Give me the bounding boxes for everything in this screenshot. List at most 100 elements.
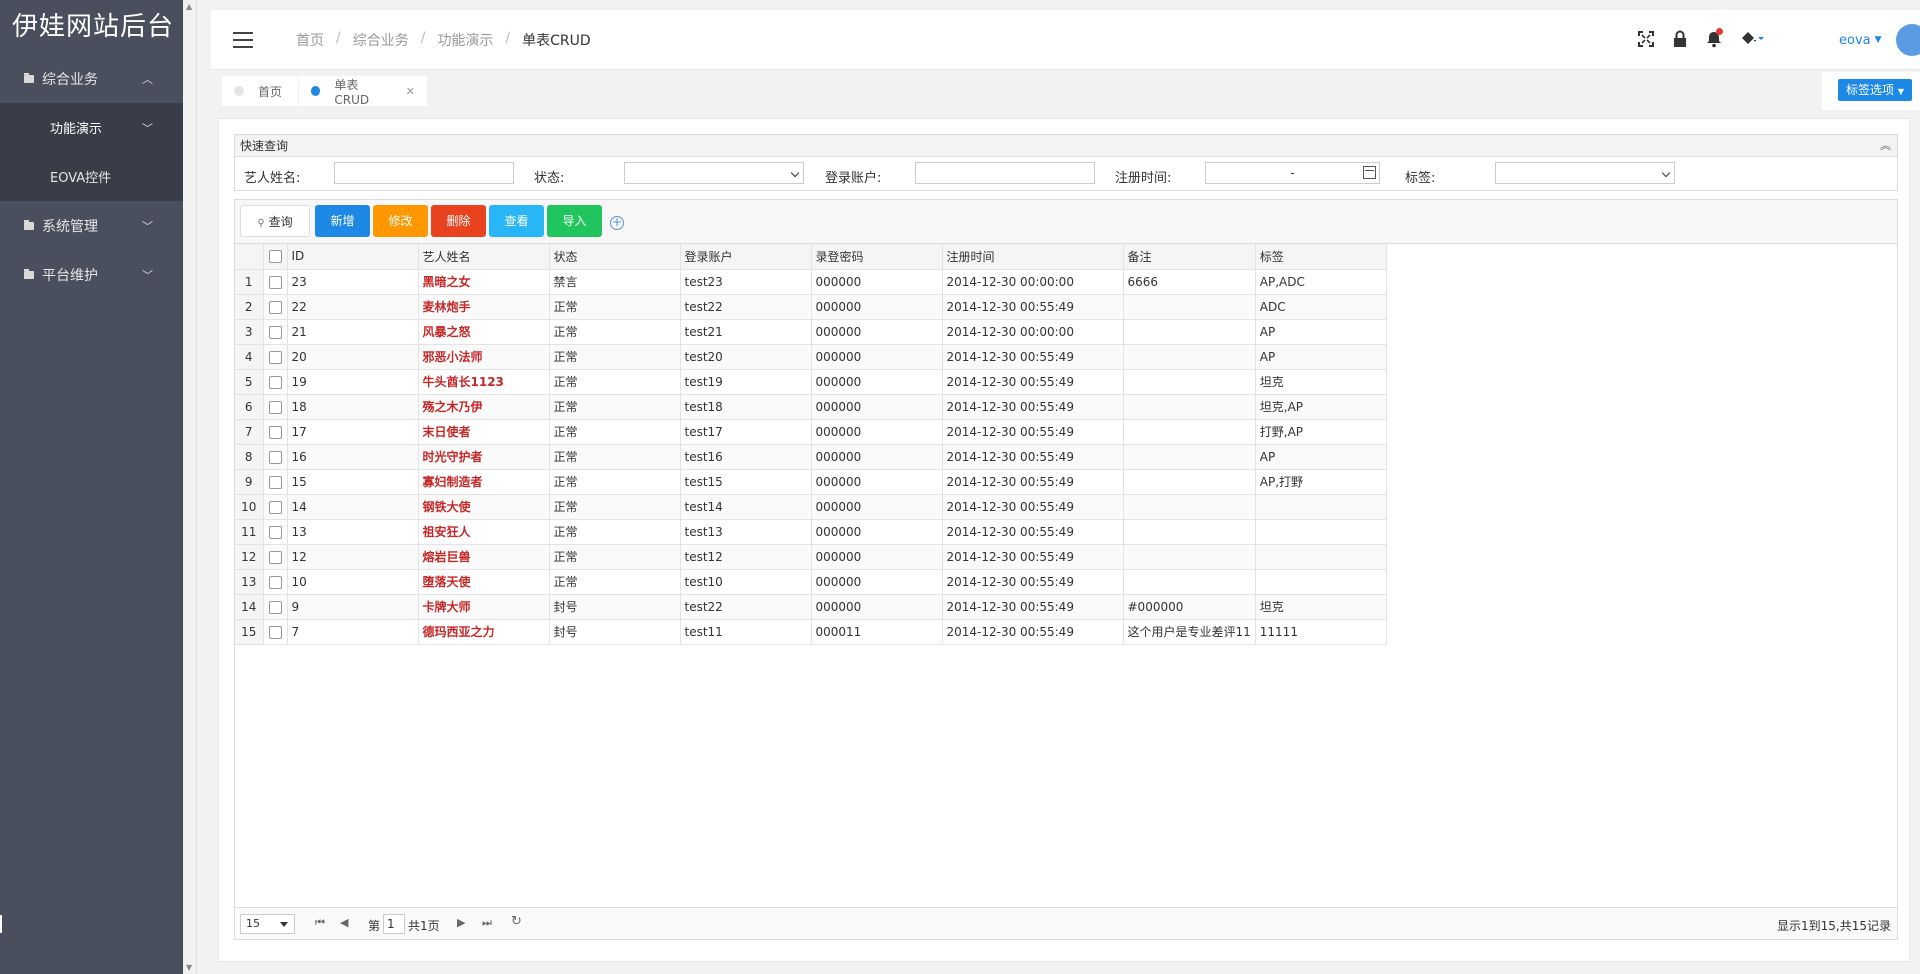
lock-icon[interactable] bbox=[1670, 28, 1690, 50]
avatar[interactable] bbox=[1895, 24, 1920, 56]
table-row[interactable]: 9 15 寡妇制造者 正常 test15 000000 2014-12-30 00:55:4… bbox=[235, 469, 1387, 495]
data-table: ID 艺人姓名 状态 登录账户 录登密码 注册时间 备注 标签 1 23 黑暗之女禁… bbox=[235, 244, 1387, 645]
user-name[interactable]: eova bbox=[1839, 33, 1871, 48]
cell-account: test21 bbox=[680, 319, 812, 345]
row-checkbox[interactable] bbox=[263, 419, 288, 445]
table-row[interactable]: 11 13 祖安狂人 正常 test13 000000 2014-12-30 00:55:4… bbox=[235, 519, 1387, 545]
tab-home[interactable]: 首页 bbox=[222, 76, 298, 106]
next-page-icon[interactable]: ▶ bbox=[457, 916, 465, 929]
sidebar-item-demo[interactable]: 功能演示 ﹀ bbox=[0, 103, 183, 152]
breadcrumb-home[interactable]: 首页 bbox=[296, 30, 324, 50]
page-size-select[interactable]: 15 bbox=[240, 914, 295, 934]
header: 首页 / 综合业务 / 功能演示 / 单表CRUD eova ▼ bbox=[211, 10, 1920, 70]
tab-single-crud[interactable]: 单表CRUD ✕ bbox=[299, 76, 427, 107]
row-checkbox[interactable] bbox=[263, 569, 288, 595]
cell-account: test22 bbox=[680, 294, 812, 320]
menu-toggle-icon[interactable] bbox=[233, 32, 253, 48]
sidebar-item-system[interactable]: 系统管理 ﹀ bbox=[0, 201, 183, 250]
page-number-input[interactable]: 1 bbox=[383, 914, 405, 934]
row-checkbox[interactable] bbox=[263, 494, 288, 520]
sidebar-item-label: 综合业务 bbox=[42, 71, 98, 88]
table-row[interactable]: 14 9 卡牌大师 封号 test22 000000 2014-12-30 00:55:49… bbox=[235, 594, 1387, 620]
scroll-down-icon[interactable]: ▼ bbox=[186, 963, 192, 972]
table-row[interactable]: 3 21 风暴之怒 正常 test21 000000 2014-12-30 00:00:00… bbox=[235, 319, 1387, 345]
row-checkbox[interactable] bbox=[263, 519, 288, 545]
cell-id: 19 bbox=[287, 369, 419, 395]
sidebar-item-business[interactable]: 综合业务 ︿ bbox=[0, 54, 183, 103]
sidebar-scrollbar[interactable]: ▲ ▼ bbox=[183, 0, 197, 974]
calendar-icon[interactable] bbox=[1363, 166, 1376, 179]
cell-name: 熔岩巨兽 bbox=[418, 544, 550, 570]
breadcrumb-business[interactable]: 综合业务 bbox=[353, 30, 409, 50]
table-row[interactable]: 1 23 黑暗之女 禁言 test23 000000 2014-12-30 00:00:00… bbox=[235, 269, 1387, 295]
close-icon[interactable]: ✕ bbox=[406, 85, 415, 98]
more-plus-icon[interactable]: + bbox=[610, 216, 624, 230]
row-checkbox[interactable] bbox=[263, 469, 288, 495]
col-password[interactable]: 录登密码 bbox=[811, 244, 943, 270]
table-row[interactable]: 8 16 时光守护者 正常 test16 000000 2014-12-30 00:55:4… bbox=[235, 444, 1387, 470]
regtime-range-input[interactable]: - bbox=[1205, 162, 1380, 184]
table-row[interactable]: 13 10 堕落天使 正常 test10 000000 2014-12-30 00:55:4… bbox=[235, 569, 1387, 595]
col-id[interactable]: ID bbox=[287, 244, 419, 270]
edit-button[interactable]: 修改 bbox=[373, 205, 428, 237]
cell-account: test11 bbox=[680, 619, 812, 645]
table-row[interactable]: 15 7 德玛西亚之力 封号 test11 000011 2014-12-30 00:55:… bbox=[235, 619, 1387, 645]
table-row[interactable]: 2 22 麦林炮手 正常 test22 000000 2014-12-30 00:55:49… bbox=[235, 294, 1387, 320]
first-page-icon[interactable]: ⏮ bbox=[315, 916, 325, 930]
last-page-icon[interactable]: ⏭ bbox=[482, 916, 492, 930]
col-account[interactable]: 登录账户 bbox=[680, 244, 812, 270]
sidebar-item-eova-controls[interactable]: EOVA控件 bbox=[0, 152, 183, 201]
table-row[interactable]: 4 20 邪恶小法师 正常 test20 000000 2014-12-30 00:55:4… bbox=[235, 344, 1387, 370]
quick-query-panel: 快速查询 ︽ 艺人姓名: 状态: 登录账户: 注册时间: - 标签: bbox=[234, 134, 1898, 191]
cell-remark: 这个用户是专业差评11 bbox=[1123, 619, 1256, 645]
cell-remark: 6666 bbox=[1123, 269, 1256, 295]
import-button[interactable]: 导入 bbox=[547, 205, 602, 237]
select-all-checkbox[interactable] bbox=[263, 244, 288, 270]
cell-status: 正常 bbox=[549, 444, 681, 470]
cell-tag: AP,ADC bbox=[1255, 269, 1387, 295]
breadcrumb-demo[interactable]: 功能演示 bbox=[437, 30, 493, 50]
col-status[interactable]: 状态 bbox=[549, 244, 681, 270]
table-row[interactable]: 7 17 末日使者 正常 test17 000000 2014-12-30 00:55:49… bbox=[235, 419, 1387, 445]
refresh-icon[interactable]: ↻ bbox=[511, 914, 522, 929]
table-row[interactable]: 10 14 钢铁大使 正常 test14 000000 2014-12-30 00:55:4… bbox=[235, 494, 1387, 520]
row-checkbox[interactable] bbox=[263, 344, 288, 370]
row-checkbox[interactable] bbox=[263, 394, 288, 420]
row-checkbox[interactable] bbox=[263, 544, 288, 570]
scroll-up-icon[interactable]: ▲ bbox=[186, 2, 192, 11]
tab-options-button[interactable]: 标签选项 ▼ bbox=[1838, 79, 1912, 101]
row-checkbox[interactable] bbox=[263, 294, 288, 320]
delete-button[interactable]: 删除 bbox=[431, 205, 486, 237]
table-row[interactable]: 5 19 牛头酋长1123 正常 test19 000000 2014-12-30 00:5… bbox=[235, 369, 1387, 395]
cell-tag bbox=[1255, 494, 1387, 520]
theme-paint-icon[interactable] bbox=[1738, 28, 1766, 50]
view-button[interactable]: 查看 bbox=[489, 205, 544, 237]
notification-bell-icon[interactable] bbox=[1704, 28, 1724, 50]
col-name[interactable]: 艺人姓名 bbox=[418, 244, 550, 270]
query-button[interactable]: ⚲ 查询 bbox=[240, 205, 310, 237]
col-remark[interactable]: 备注 bbox=[1123, 244, 1256, 270]
sidebar-item-platform[interactable]: 平台维护 ﹀ bbox=[0, 250, 183, 299]
col-regtime[interactable]: 注册时间 bbox=[942, 244, 1124, 270]
fullscreen-icon[interactable] bbox=[1636, 28, 1656, 50]
table-row[interactable]: 12 12 熔岩巨兽 正常 test12 000000 2014-12-30 00:55:4… bbox=[235, 544, 1387, 570]
chevron-down-icon: ﹀ bbox=[142, 268, 153, 282]
row-checkbox[interactable] bbox=[263, 369, 288, 395]
row-checkbox[interactable] bbox=[263, 619, 288, 645]
name-input[interactable] bbox=[334, 162, 514, 184]
row-checkbox[interactable] bbox=[263, 269, 288, 295]
account-input[interactable] bbox=[915, 162, 1095, 184]
table-row[interactable]: 6 18 殇之木乃伊 正常 test18 000000 2014-12-30 00:55:4… bbox=[235, 394, 1387, 420]
prev-page-icon[interactable]: ◀ bbox=[340, 916, 348, 929]
tag-select[interactable] bbox=[1495, 162, 1675, 184]
row-checkbox[interactable] bbox=[263, 594, 288, 620]
cell-tag: ADC bbox=[1255, 294, 1387, 320]
status-select[interactable] bbox=[624, 162, 804, 184]
row-checkbox[interactable] bbox=[263, 444, 288, 470]
user-menu[interactable]: eova ▼ bbox=[1839, 24, 1920, 56]
add-button[interactable]: 新增 bbox=[315, 205, 370, 237]
cell-name: 邪恶小法师 bbox=[418, 344, 550, 370]
collapse-icon[interactable]: ︽ bbox=[1880, 135, 1891, 157]
col-tag[interactable]: 标签 bbox=[1255, 244, 1387, 270]
row-checkbox[interactable] bbox=[263, 319, 288, 345]
